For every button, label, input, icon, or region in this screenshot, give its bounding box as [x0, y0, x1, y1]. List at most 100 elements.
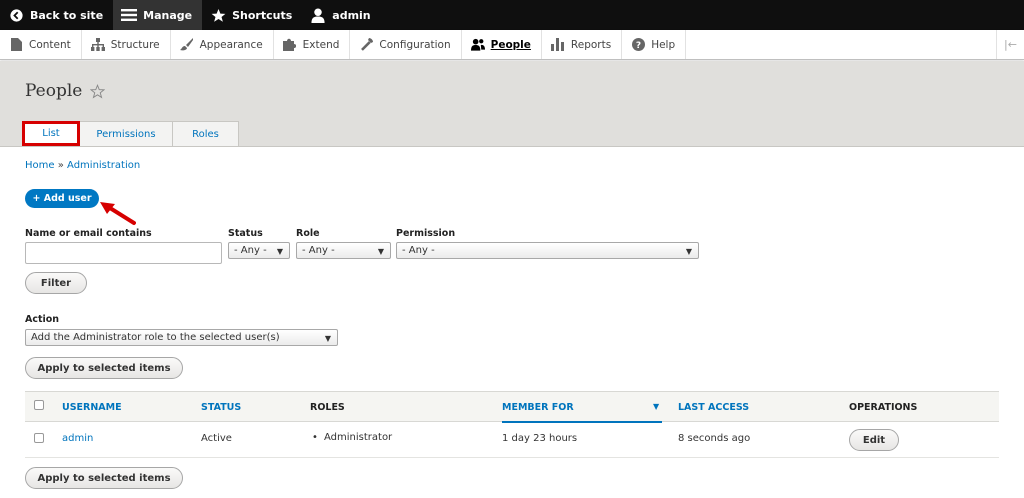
manage-tab[interactable]: Manage [113, 0, 203, 30]
shortcuts-tab[interactable]: Shortcuts [202, 0, 302, 30]
tray-item-help[interactable]: ? Help [622, 30, 687, 59]
header-status[interactable]: STATUS [201, 402, 241, 413]
header-username[interactable]: USERNAME [62, 402, 122, 413]
action-select[interactable]: Add the Administrator role to the select… [25, 329, 338, 346]
breadcrumb: Home » Administration [25, 160, 140, 171]
bullet-icon: • [312, 432, 318, 443]
page-header: People List Permissions Roles [0, 61, 1024, 147]
tab-roles[interactable]: Roles [173, 121, 239, 146]
back-to-site-link[interactable]: Back to site [0, 0, 113, 30]
tray-item-configuration[interactable]: Configuration [350, 30, 462, 59]
svg-text:?: ? [636, 41, 641, 51]
collapse-icon: |← [1004, 38, 1017, 51]
tab-list[interactable]: List [22, 121, 80, 146]
tray-item-appearance[interactable]: Appearance [171, 30, 274, 59]
tray-item-label: Reports [570, 38, 612, 51]
add-user-button[interactable]: + Add user [25, 189, 99, 208]
manage-label: Manage [143, 8, 193, 22]
status-select-value: - Any - [234, 245, 267, 256]
wrench-icon [359, 38, 373, 52]
tray-orientation-toggle[interactable]: |← [996, 30, 1024, 59]
role-filter-label: Role [296, 228, 320, 239]
sort-desc-icon[interactable]: ▼ [653, 402, 659, 411]
status-filter-label: Status [228, 228, 263, 239]
tab-label: List [42, 128, 60, 139]
table-row: admin Active • Administrator 1 day 23 ho… [25, 422, 999, 458]
apply-button-label: Apply to selected items [37, 362, 171, 374]
action-select-value: Add the Administrator role to the select… [31, 332, 280, 343]
back-arrow-icon [8, 7, 24, 23]
tray-item-content[interactable]: Content [0, 30, 82, 59]
page-title: People [25, 81, 106, 101]
row-checkbox[interactable] [34, 433, 44, 443]
tray-item-extend[interactable]: Extend [274, 30, 351, 59]
bar-chart-icon [551, 38, 565, 52]
help-icon: ? [631, 38, 645, 52]
status-select[interactable]: - Any - ▼ [228, 242, 290, 259]
admin-tray: Content Structure Appearance Extend Conf… [0, 30, 1024, 60]
breadcrumb-administration[interactable]: Administration [67, 160, 140, 171]
tray-item-label: Appearance [199, 38, 263, 51]
user-icon [310, 7, 326, 23]
menu-icon [121, 7, 138, 23]
tray-item-people[interactable]: People [462, 30, 542, 59]
tray-item-label: Extend [302, 38, 340, 51]
shortcut-star-icon[interactable] [90, 83, 106, 99]
header-last-access[interactable]: LAST ACCESS [678, 402, 749, 413]
caret-down-icon: ▼ [324, 334, 331, 343]
file-icon [9, 38, 23, 52]
user-tab[interactable]: admin [302, 0, 380, 30]
tab-permissions[interactable]: Permissions [80, 121, 173, 146]
apply-top-button[interactable]: Apply to selected items [25, 357, 183, 379]
filter-button[interactable]: Filter [25, 272, 87, 294]
breadcrumb-home[interactable]: Home [25, 160, 55, 171]
permission-select[interactable]: - Any - ▼ [396, 242, 699, 259]
sitemap-icon [90, 38, 105, 52]
header-operations: OPERATIONS [849, 402, 918, 413]
breadcrumb-separator: » [57, 160, 64, 171]
puzzle-icon [283, 38, 297, 52]
tray-item-reports[interactable]: Reports [542, 30, 623, 59]
apply-button-label: Apply to selected items [37, 472, 171, 484]
header-roles: ROLES [310, 402, 345, 413]
page-title-text: People [25, 81, 83, 101]
star-icon [210, 7, 226, 23]
caret-down-icon: ▼ [276, 247, 283, 256]
user-label: admin [332, 8, 371, 22]
username-link[interactable]: admin [62, 433, 93, 444]
caret-down-icon: ▼ [377, 247, 384, 256]
apply-bottom-button[interactable]: Apply to selected items [25, 467, 183, 489]
permission-select-value: - Any - [402, 245, 435, 256]
admin-toolbar: Back to site Manage Shortcuts admin [0, 0, 1024, 30]
tray-item-label: Help [651, 38, 676, 51]
back-to-site-label: Back to site [30, 8, 104, 22]
name-email-input[interactable] [25, 242, 222, 264]
header-member-for[interactable]: MEMBER FOR [502, 402, 574, 413]
tray-item-structure[interactable]: Structure [82, 30, 171, 59]
member-for-value: 1 day 23 hours [502, 433, 578, 444]
name-filter-label: Name or email contains [25, 228, 152, 239]
role-value: Administrator [324, 432, 393, 443]
tab-label: Permissions [96, 128, 156, 140]
select-all-checkbox[interactable] [34, 400, 44, 410]
shortcuts-label: Shortcuts [232, 8, 293, 22]
role-select[interactable]: - Any - ▼ [296, 242, 391, 259]
last-access-value: 8 seconds ago [678, 433, 751, 444]
filter-button-label: Filter [40, 277, 72, 289]
edit-button[interactable]: Edit [849, 429, 899, 451]
permission-filter-label: Permission [396, 228, 456, 239]
table-header: USERNAME STATUS ROLES MEMBER FOR ▼ LAST … [25, 391, 999, 422]
tray-item-label: Configuration [379, 38, 451, 51]
primary-tabs: List Permissions Roles [22, 121, 239, 146]
caret-down-icon: ▼ [685, 247, 692, 256]
action-label: Action [25, 314, 60, 325]
add-user-label: + Add user [32, 193, 92, 204]
tray-item-label: Content [29, 38, 71, 51]
tray-item-label: Structure [110, 38, 160, 51]
edit-button-label: Edit [862, 434, 886, 446]
annotation-arrow-icon [100, 202, 136, 225]
role-select-value: - Any - [302, 245, 335, 256]
tab-label: Roles [192, 128, 219, 140]
tray-item-label: People [490, 38, 531, 51]
brush-icon [180, 38, 194, 52]
